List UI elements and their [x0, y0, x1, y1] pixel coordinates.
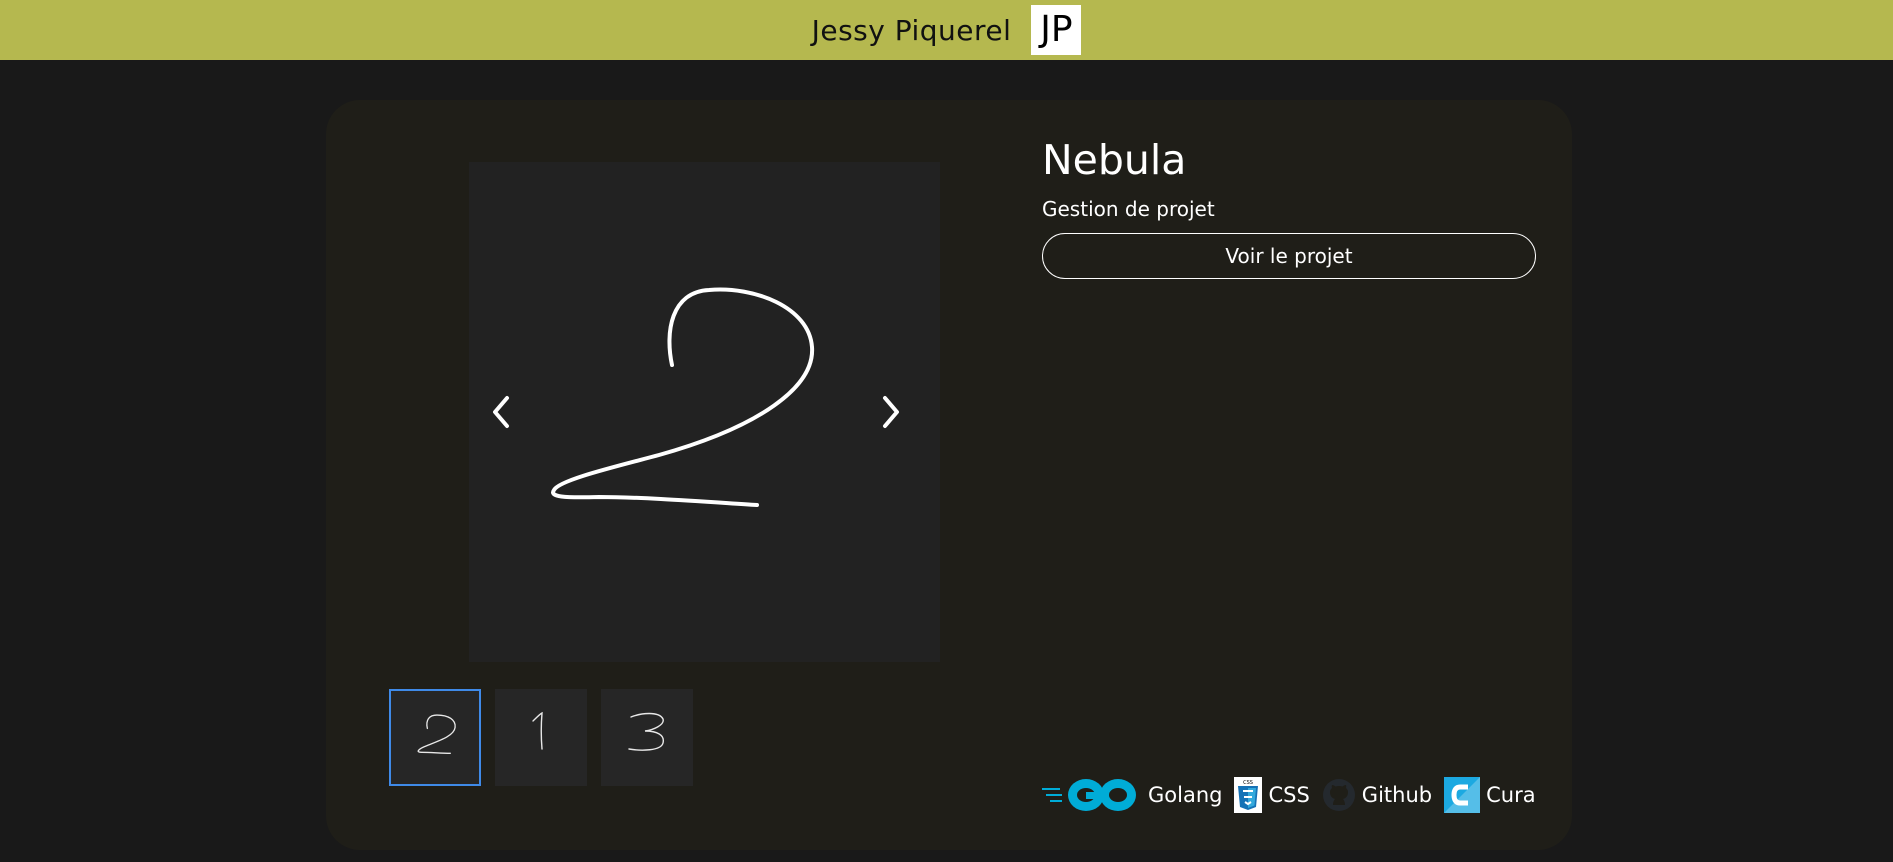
- thumbnail-image: [532, 711, 543, 750]
- project-title: Nebula: [1042, 136, 1187, 184]
- tech-label: Github: [1361, 783, 1433, 807]
- main-image: [551, 287, 815, 507]
- thumbnail-2[interactable]: [389, 689, 481, 786]
- project-subtitle: Gestion de projet: [1042, 197, 1215, 222]
- technology-list: Golang CSS CSS Github Cura: [1042, 775, 1536, 815]
- go-logo-icon: [1042, 779, 1136, 811]
- tech-label: Golang: [1148, 783, 1223, 807]
- prev-image-button[interactable]: [481, 387, 521, 437]
- thumbnail-3[interactable]: [601, 689, 693, 786]
- cura-icon: [1444, 777, 1481, 813]
- header-bar: Jessy Piquerel JP: [0, 0, 1893, 60]
- tech-golang: Golang: [1042, 775, 1222, 815]
- tech-label: Cura: [1486, 783, 1536, 807]
- github-icon: [1322, 779, 1355, 811]
- author-name[interactable]: Jessy Piquerel: [812, 14, 1012, 47]
- chevron-right-icon: [883, 396, 899, 428]
- tech-label: CSS: [1268, 783, 1310, 807]
- project-card: Nebula Gestion de projet Voir le projet …: [326, 100, 1572, 850]
- tech-css: CSS CSS: [1234, 777, 1310, 813]
- css3-icon: CSS: [1234, 777, 1263, 813]
- thumbnail-strip: [389, 689, 707, 786]
- tech-cura: Cura: [1444, 777, 1536, 813]
- project-info: Nebula Gestion de projet Voir le projet: [1042, 136, 1536, 280]
- chevron-left-icon: [493, 396, 509, 428]
- thumbnail-image: [628, 712, 664, 751]
- image-viewer: [469, 162, 940, 662]
- thumbnail-1[interactable]: [495, 689, 587, 786]
- thumbnail-image: [417, 714, 456, 754]
- tech-github: Github: [1322, 778, 1432, 812]
- jp-logo[interactable]: JP: [1031, 5, 1082, 55]
- view-project-button[interactable]: Voir le projet: [1042, 233, 1536, 280]
- svg-text:CSS: CSS: [1244, 780, 1254, 786]
- next-image-button[interactable]: [871, 387, 911, 437]
